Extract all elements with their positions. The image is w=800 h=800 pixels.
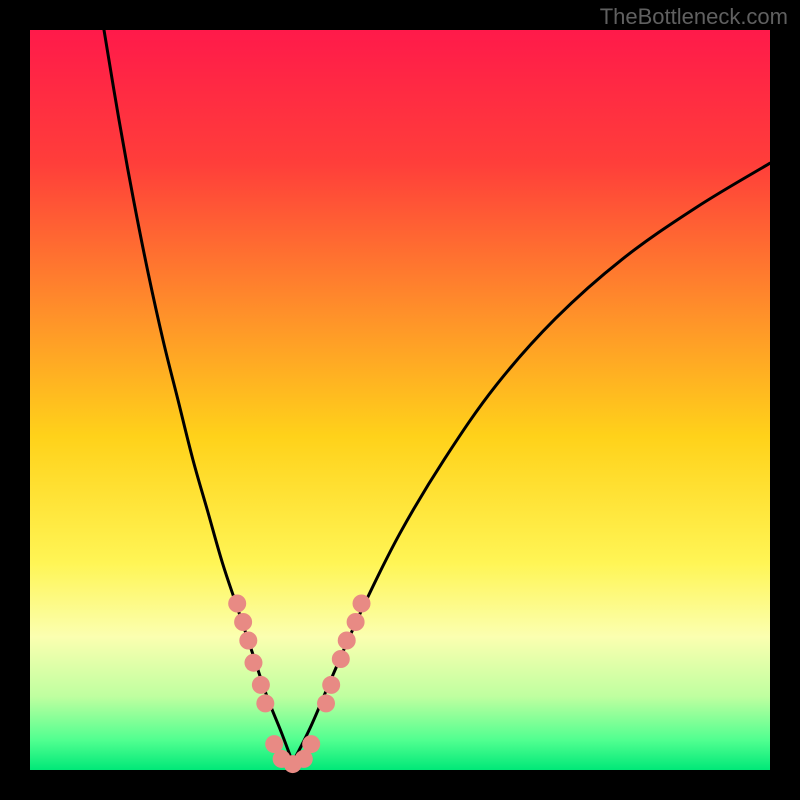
data-marker xyxy=(347,613,365,631)
data-marker xyxy=(353,595,371,613)
chart-container: TheBottleneck.com xyxy=(0,0,800,800)
watermark-text: TheBottleneck.com xyxy=(600,4,788,30)
plot-background xyxy=(30,30,770,770)
data-marker xyxy=(234,613,252,631)
data-marker xyxy=(322,676,340,694)
data-marker xyxy=(239,632,257,650)
data-marker xyxy=(338,632,356,650)
bottleneck-chart xyxy=(0,0,800,800)
data-marker xyxy=(244,654,262,672)
data-marker xyxy=(332,650,350,668)
data-marker xyxy=(228,595,246,613)
data-marker xyxy=(317,694,335,712)
data-marker xyxy=(256,694,274,712)
data-marker xyxy=(302,735,320,753)
data-marker xyxy=(252,676,270,694)
